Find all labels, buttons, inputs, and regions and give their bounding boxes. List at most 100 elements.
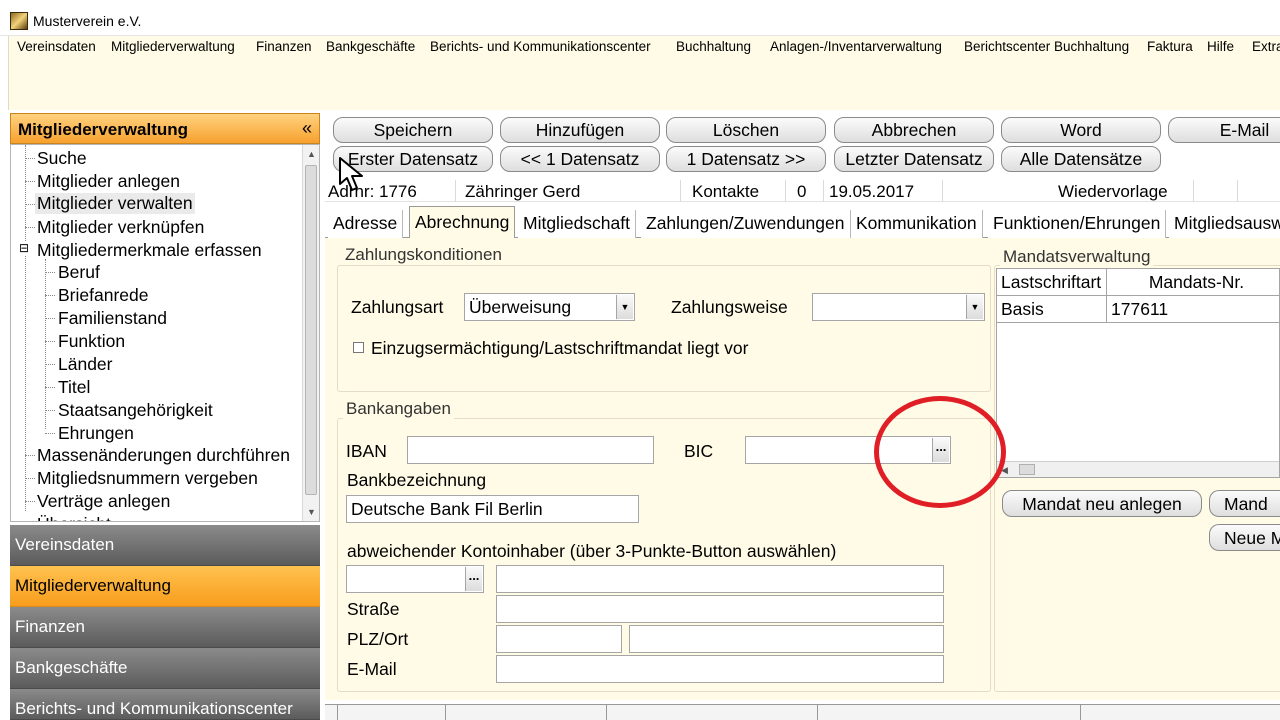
cancel-button[interactable]: Abbrechen: [834, 117, 994, 143]
mandate-button-2[interactable]: Mand: [1209, 490, 1280, 517]
scroll-thumb[interactable]: [305, 165, 317, 495]
tree-connector: [25, 478, 35, 479]
delete-button[interactable]: Löschen: [666, 117, 826, 143]
payment-method-select[interactable]: Überweisung ▼: [464, 293, 635, 321]
tree-item-massenaenderungen[interactable]: Massenänderungen durchführen: [37, 445, 290, 466]
chevron-down-icon[interactable]: ▼: [616, 295, 633, 319]
window-title: Musterverein e.V.: [33, 13, 142, 29]
mandate-horizontal-scrollbar[interactable]: ◀: [997, 461, 1279, 477]
tab-abrechnung[interactable]: Abrechnung: [409, 206, 516, 239]
tree-item-beruf[interactable]: Beruf: [58, 262, 100, 283]
tree-item-mitgliedsnummern[interactable]: Mitgliedsnummern vergeben: [37, 468, 258, 489]
city-field[interactable]: [629, 625, 944, 653]
tree-item-briefanrede[interactable]: Briefanrede: [58, 285, 148, 306]
nav-section-bankgeschaefte[interactable]: Bankgeschäfte: [10, 648, 320, 689]
divider: [1193, 180, 1194, 202]
menu-berichtscenter-buchhaltung[interactable]: Berichtscenter Buchhaltung: [964, 39, 1129, 54]
table-cell[interactable]: Basis: [997, 296, 1107, 323]
tree-item-funktion[interactable]: Funktion: [58, 331, 125, 352]
tab-adresse[interactable]: Adresse: [328, 210, 404, 238]
divider: [817, 705, 818, 720]
add-button[interactable]: Hinzufügen: [500, 117, 660, 143]
nav-section-finanzen[interactable]: Finanzen: [10, 607, 320, 648]
street-label: Straße: [347, 599, 400, 619]
menu-bankgeschaefte[interactable]: Bankgeschäfte: [326, 39, 415, 54]
menu-berichtscenter[interactable]: Berichts- und Kommunikationscenter: [430, 39, 651, 54]
tree-item-suche[interactable]: Suche: [37, 148, 87, 169]
nav-section-mitgliederverwaltung[interactable]: Mitgliederverwaltung: [10, 566, 320, 607]
zip-field[interactable]: [496, 625, 622, 653]
tree-item-mitglieder-anlegen[interactable]: Mitglieder anlegen: [37, 171, 180, 192]
tree-item-uebersicht[interactable]: Übersicht: [37, 514, 111, 521]
tab-zahlungen[interactable]: Zahlungen/Zuwendungen: [641, 210, 851, 238]
chevron-down-icon[interactable]: ▼: [966, 295, 983, 319]
tab-mitgliedsausweis[interactable]: Mitgliedsausw: [1169, 210, 1280, 238]
street-field[interactable]: [496, 595, 944, 623]
payment-method-label: Zahlungsart: [351, 297, 444, 317]
menu-hilfe[interactable]: Hilfe: [1207, 39, 1234, 54]
zip-city-label: PLZ/Ort: [347, 629, 409, 649]
email-button[interactable]: E-Mail: [1168, 117, 1280, 143]
divider: [337, 705, 338, 720]
tree-item-staatsangehoerigkeit[interactable]: Staatsangehörigkeit: [58, 400, 213, 421]
alt-holder-label: abweichender Kontoinhaber (über 3-Punkte…: [347, 541, 837, 561]
mandate-checkbox[interactable]: [353, 342, 364, 353]
alt-holder-select[interactable]: ...: [346, 565, 484, 593]
email-field[interactable]: [496, 655, 944, 683]
divider: [455, 180, 456, 202]
group-payment-terms: [337, 265, 991, 392]
tree-item-familienstand[interactable]: Familienstand: [58, 308, 167, 329]
bank-name-label: Bankbezeichnung: [347, 470, 487, 490]
nav-section-berichtscenter[interactable]: Berichts- und Kommunikationscenter: [10, 689, 320, 720]
column-header-mandatsnr[interactable]: Mandats-Nr.: [1107, 269, 1279, 296]
collapse-icon[interactable]: «: [302, 118, 312, 139]
next-record-button[interactable]: 1 Datensatz >>: [666, 146, 826, 172]
contacts-label: Kontakte: [692, 182, 760, 201]
resubmission-label: Wiedervorlage: [1058, 182, 1168, 201]
last-record-button[interactable]: Letzter Datensatz: [834, 146, 994, 172]
iban-field[interactable]: [407, 436, 654, 464]
menu-extra[interactable]: Extra: [1252, 39, 1280, 54]
table-cell[interactable]: 177611: [1107, 296, 1279, 323]
tree-item-titel[interactable]: Titel: [58, 377, 90, 398]
tree-item-vertraege[interactable]: Verträge anlegen: [37, 491, 170, 512]
tree-item-mitglieder-verwalten[interactable]: Mitglieder verwalten: [35, 193, 195, 214]
menu-mitgliederverwaltung[interactable]: Mitgliederverwaltung: [111, 39, 235, 54]
tree-item-ehrungen[interactable]: Ehrungen: [58, 423, 134, 444]
scroll-thumb[interactable]: [1019, 464, 1035, 475]
tree-item-mitglieder-verknuepfen[interactable]: Mitglieder verknüpfen: [37, 217, 204, 238]
annotation-circle: [874, 396, 1006, 508]
menu-vereinsdaten[interactable]: Vereinsdaten: [17, 39, 96, 54]
prev-record-button[interactable]: << 1 Datensatz: [500, 146, 660, 172]
save-button[interactable]: Speichern: [333, 117, 493, 143]
menu-anlagen[interactable]: Anlagen-/Inventarverwaltung: [770, 39, 942, 54]
menu-faktura[interactable]: Faktura: [1147, 39, 1193, 54]
scroll-down-icon[interactable]: ▼: [307, 507, 316, 517]
menu-finanzen[interactable]: Finanzen: [256, 39, 312, 54]
bank-name-field[interactable]: Deutsche Bank Fil Berlin: [346, 495, 639, 523]
new-mandate-button-2[interactable]: Neue M: [1209, 524, 1280, 551]
tree-connector: [45, 410, 55, 411]
alt-holder-lookup-button[interactable]: ...: [465, 567, 482, 591]
all-records-button[interactable]: Alle Datensätze: [1001, 146, 1161, 172]
tree-scrollbar[interactable]: ▲ ▼: [302, 145, 319, 521]
record-date: 19.05.2017: [829, 182, 915, 201]
tab-mitgliedschaft[interactable]: Mitgliedschaft: [518, 210, 636, 238]
scroll-up-icon[interactable]: ▲: [307, 149, 316, 159]
divider: [445, 705, 446, 720]
mandate-table: Lastschriftart Mandats-Nr. Basis 177611 …: [996, 268, 1280, 478]
tree-item-laender[interactable]: Länder: [58, 354, 113, 375]
tree-connector: [25, 227, 35, 228]
column-header-lastschriftart[interactable]: Lastschriftart: [997, 269, 1107, 296]
nav-section-vereinsdaten[interactable]: Vereinsdaten: [10, 525, 320, 566]
group-title-payment-terms: Zahlungskonditionen: [342, 245, 505, 265]
new-mandate-button[interactable]: Mandat neu anlegen: [1002, 490, 1202, 517]
menu-buchhaltung[interactable]: Buchhaltung: [676, 39, 751, 54]
alt-holder-name-field[interactable]: [496, 565, 944, 593]
tab-funktionen[interactable]: Funktionen/Ehrungen: [988, 210, 1167, 238]
word-button[interactable]: Word: [1001, 117, 1161, 143]
tab-kommunikation[interactable]: Kommunikation: [851, 210, 983, 238]
tree-item-mitgliedermerkmale[interactable]: Mitgliedermerkmale erfassen: [37, 240, 262, 261]
expand-minus-icon[interactable]: ⊟: [19, 241, 30, 255]
payment-frequency-select[interactable]: ▼: [812, 293, 985, 321]
